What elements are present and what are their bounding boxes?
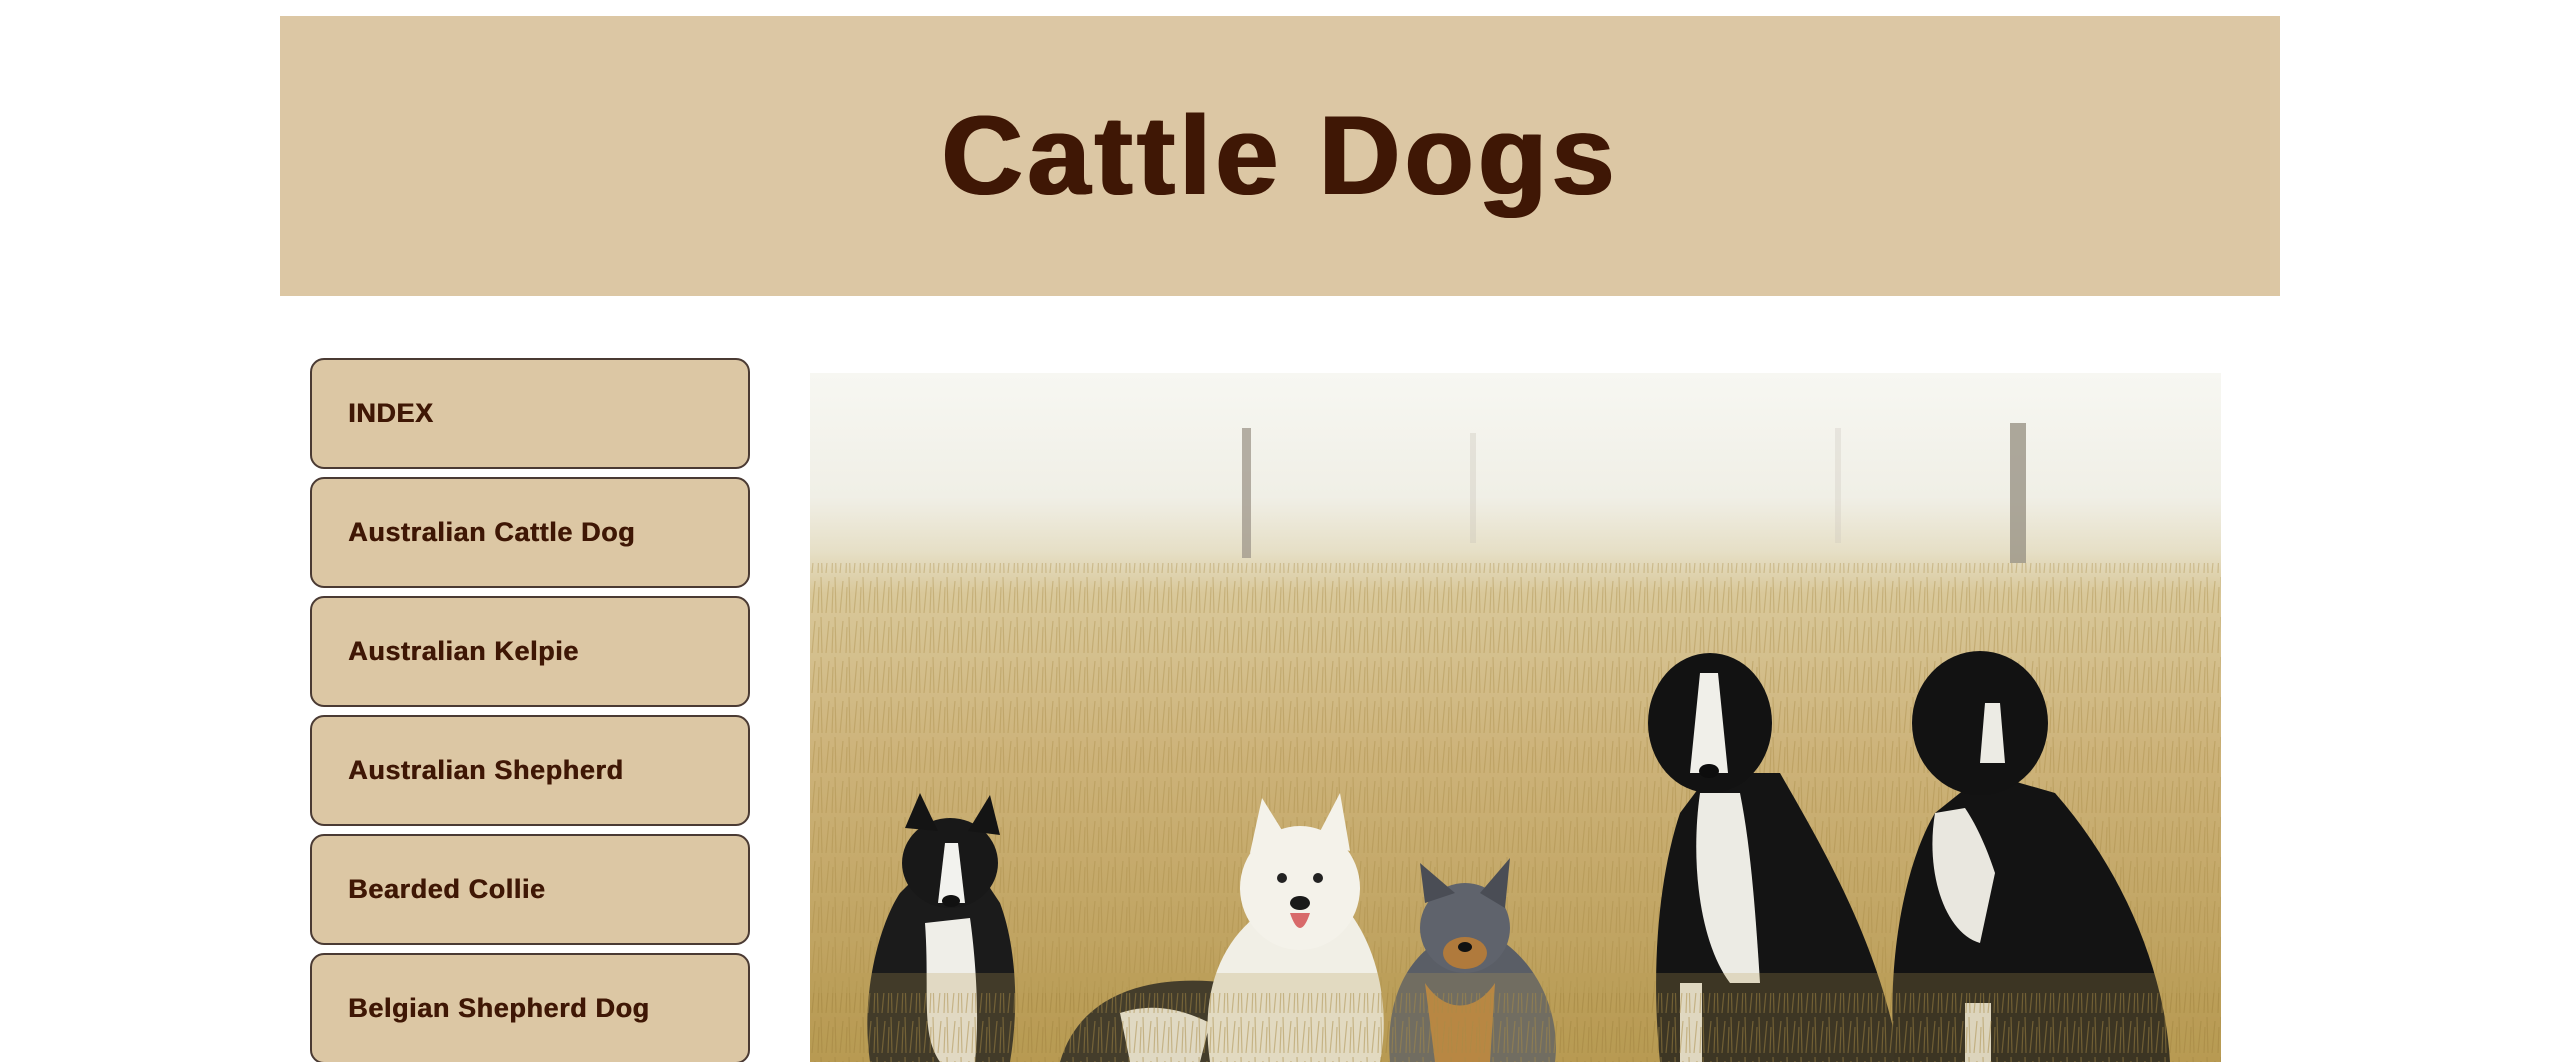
dogs-photo-illustration: [810, 373, 2221, 1062]
dogs-photo: [810, 373, 2221, 1062]
sidebar-item-bearded-collie[interactable]: Bearded Collie: [310, 834, 750, 945]
sidebar-item-label: Australian Kelpie: [348, 636, 579, 666]
sidebar-item-label: Bearded Collie: [348, 874, 546, 904]
page-title: Cattle Dogs: [941, 93, 1619, 218]
sidebar-item-index[interactable]: INDEX: [310, 358, 750, 469]
page: Cattle Dogs INDEX Australian Cattle Dog …: [0, 0, 2560, 1062]
sidebar-nav: INDEX Australian Cattle Dog Australian K…: [310, 358, 750, 1062]
sidebar-item-australian-shepherd[interactable]: Australian Shepherd: [310, 715, 750, 826]
sidebar-item-australian-cattle-dog[interactable]: Australian Cattle Dog: [310, 477, 750, 588]
sidebar-item-label: Australian Shepherd: [348, 755, 624, 785]
sidebar-item-belgian-shepherd-dog[interactable]: Belgian Shepherd Dog: [310, 953, 750, 1062]
header-banner: Cattle Dogs: [280, 16, 2280, 296]
sidebar-item-label: INDEX: [348, 398, 434, 428]
sidebar-item-label: Belgian Shepherd Dog: [348, 993, 650, 1023]
sidebar-item-australian-kelpie[interactable]: Australian Kelpie: [310, 596, 750, 707]
sidebar-item-label: Australian Cattle Dog: [348, 517, 636, 547]
